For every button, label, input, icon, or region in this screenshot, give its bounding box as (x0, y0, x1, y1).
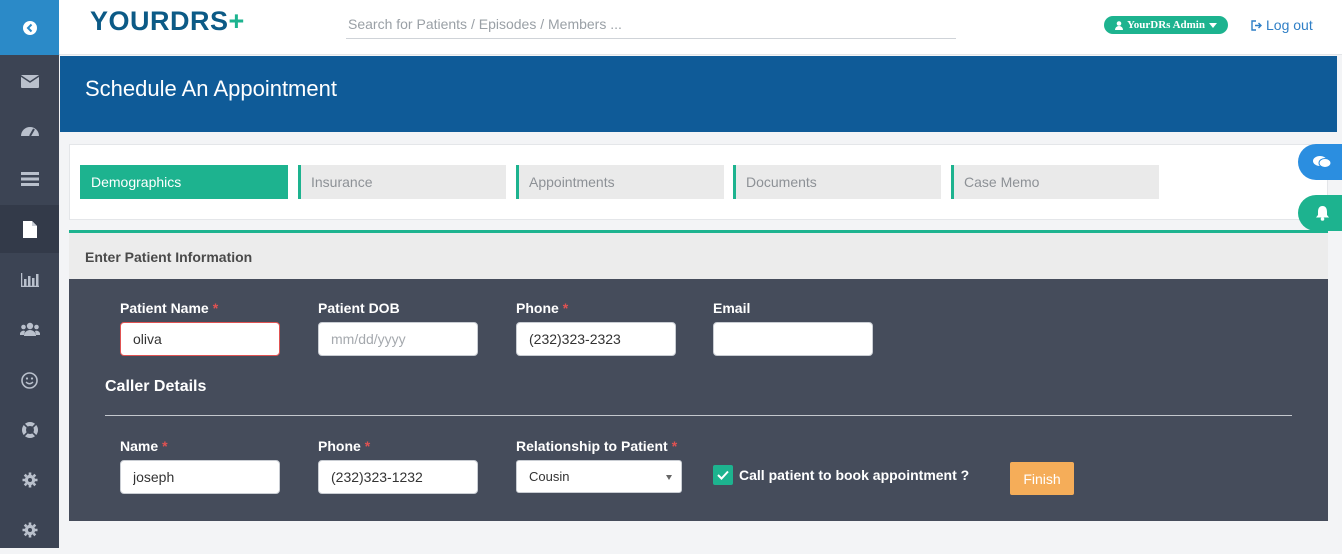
chat-float-button[interactable] (1298, 144, 1342, 180)
logo-text: YOURDRS (90, 6, 229, 36)
relationship-label: Relationship to Patient * (516, 438, 677, 454)
caller-name-input[interactable] (120, 460, 280, 494)
finish-button[interactable]: Finish (1010, 462, 1074, 495)
patient-form: Patient Name* Patient DOB Phone* Email C… (69, 279, 1328, 521)
call-patient-checkbox[interactable] (713, 465, 733, 485)
patient-dob-label: Patient DOB (318, 300, 400, 316)
admin-menu-button[interactable]: YourDRs Admin (1104, 16, 1228, 34)
sidebar-item-dashboard[interactable] (0, 106, 59, 154)
top-bar: YOURDRS+ YourDRs Admin Log out (59, 0, 1342, 55)
list-icon (20, 172, 39, 186)
required-marker: * (162, 438, 168, 454)
sidebar-toggle[interactable] (0, 0, 59, 55)
sidebar-item-list[interactable] (0, 155, 59, 203)
caller-phone-input[interactable] (318, 460, 478, 494)
smile-icon (21, 371, 38, 389)
sidebar-item-mail[interactable] (0, 57, 59, 105)
caller-phone-label: Phone * (318, 438, 370, 454)
tab-label: Insurance (311, 174, 373, 190)
tabs-panel: Demographics Insurance Appointments Docu… (69, 144, 1328, 220)
search-input[interactable] (346, 10, 956, 39)
divider (105, 415, 1292, 416)
admin-label: YourDRs Admin (1127, 19, 1205, 31)
patient-name-label: Patient Name * (120, 300, 218, 316)
chevron-down-icon (666, 475, 672, 480)
relationship-value: Cousin (529, 469, 570, 484)
chart-icon (20, 273, 39, 287)
tab-demographics[interactable]: Demographics (80, 165, 288, 199)
tab-label: Demographics (91, 174, 182, 190)
tab-label: Documents (746, 174, 817, 190)
caller-details-title: Caller Details (105, 378, 207, 395)
patient-phone-label: Phone * (516, 300, 568, 316)
logo[interactable]: YOURDRS+ (90, 6, 245, 37)
logout-label: Log out (1266, 17, 1313, 33)
sidebar-item-documents[interactable] (0, 205, 59, 253)
tab-case-memo[interactable]: Case Memo (951, 165, 1159, 199)
user-icon (1115, 20, 1124, 30)
sidebar-item-settings-2[interactable] (0, 506, 59, 554)
document-icon (22, 220, 37, 238)
page-title: Schedule An Appointment (85, 76, 337, 101)
support-icon (21, 422, 38, 438)
label-text: Phone (516, 300, 559, 316)
patient-dob-input[interactable] (318, 322, 478, 356)
patient-phone-input[interactable] (516, 322, 676, 356)
tab-insurance[interactable]: Insurance (298, 165, 506, 199)
check-icon (717, 470, 729, 480)
call-patient-label: Call patient to book appointment ? (739, 467, 970, 483)
tab-label: Case Memo (964, 174, 1040, 190)
label-text: Phone (318, 438, 361, 454)
patient-name-input[interactable] (120, 322, 280, 356)
settings-icon (22, 472, 37, 488)
sidebar-item-feedback[interactable] (0, 356, 59, 404)
label-text: Patient Name (120, 300, 209, 316)
bell-icon (1315, 206, 1329, 221)
caller-name-label: Name * (120, 438, 168, 454)
sidebar-item-reports[interactable] (0, 256, 59, 304)
patient-info-header: Enter Patient Information (69, 230, 1328, 279)
chevron-down-icon (1208, 22, 1217, 28)
required-marker: * (562, 300, 569, 316)
sidebar-item-members[interactable] (0, 305, 59, 353)
chat-icon (1313, 156, 1332, 168)
label-text: Name (120, 438, 159, 454)
back-icon (22, 20, 37, 35)
label-text: Relationship to Patient (516, 438, 668, 454)
sidebar-item-settings[interactable] (0, 456, 59, 504)
mail-icon (20, 74, 39, 88)
required-marker: * (212, 300, 219, 316)
patient-email-label: Email (713, 300, 751, 316)
notifications-float-button[interactable] (1298, 195, 1342, 231)
section-title: Enter Patient Information (85, 249, 253, 265)
sidebar (0, 0, 59, 548)
logout-link[interactable]: Log out (1251, 15, 1313, 35)
dashboard-icon (20, 127, 39, 137)
users-icon (19, 322, 40, 336)
sidebar-item-support[interactable] (0, 406, 59, 454)
settings-icon (22, 522, 37, 538)
patient-email-input[interactable] (713, 322, 873, 356)
tab-appointments[interactable]: Appointments (516, 165, 724, 199)
tab-label: Appointments (529, 174, 615, 190)
required-marker: * (364, 438, 371, 454)
logout-icon (1251, 19, 1262, 31)
logo-plus: + (228, 6, 245, 36)
tab-documents[interactable]: Documents (733, 165, 941, 199)
required-marker: * (671, 438, 678, 454)
page-header: Schedule An Appointment (60, 56, 1337, 132)
relationship-select[interactable]: Cousin (516, 460, 682, 493)
